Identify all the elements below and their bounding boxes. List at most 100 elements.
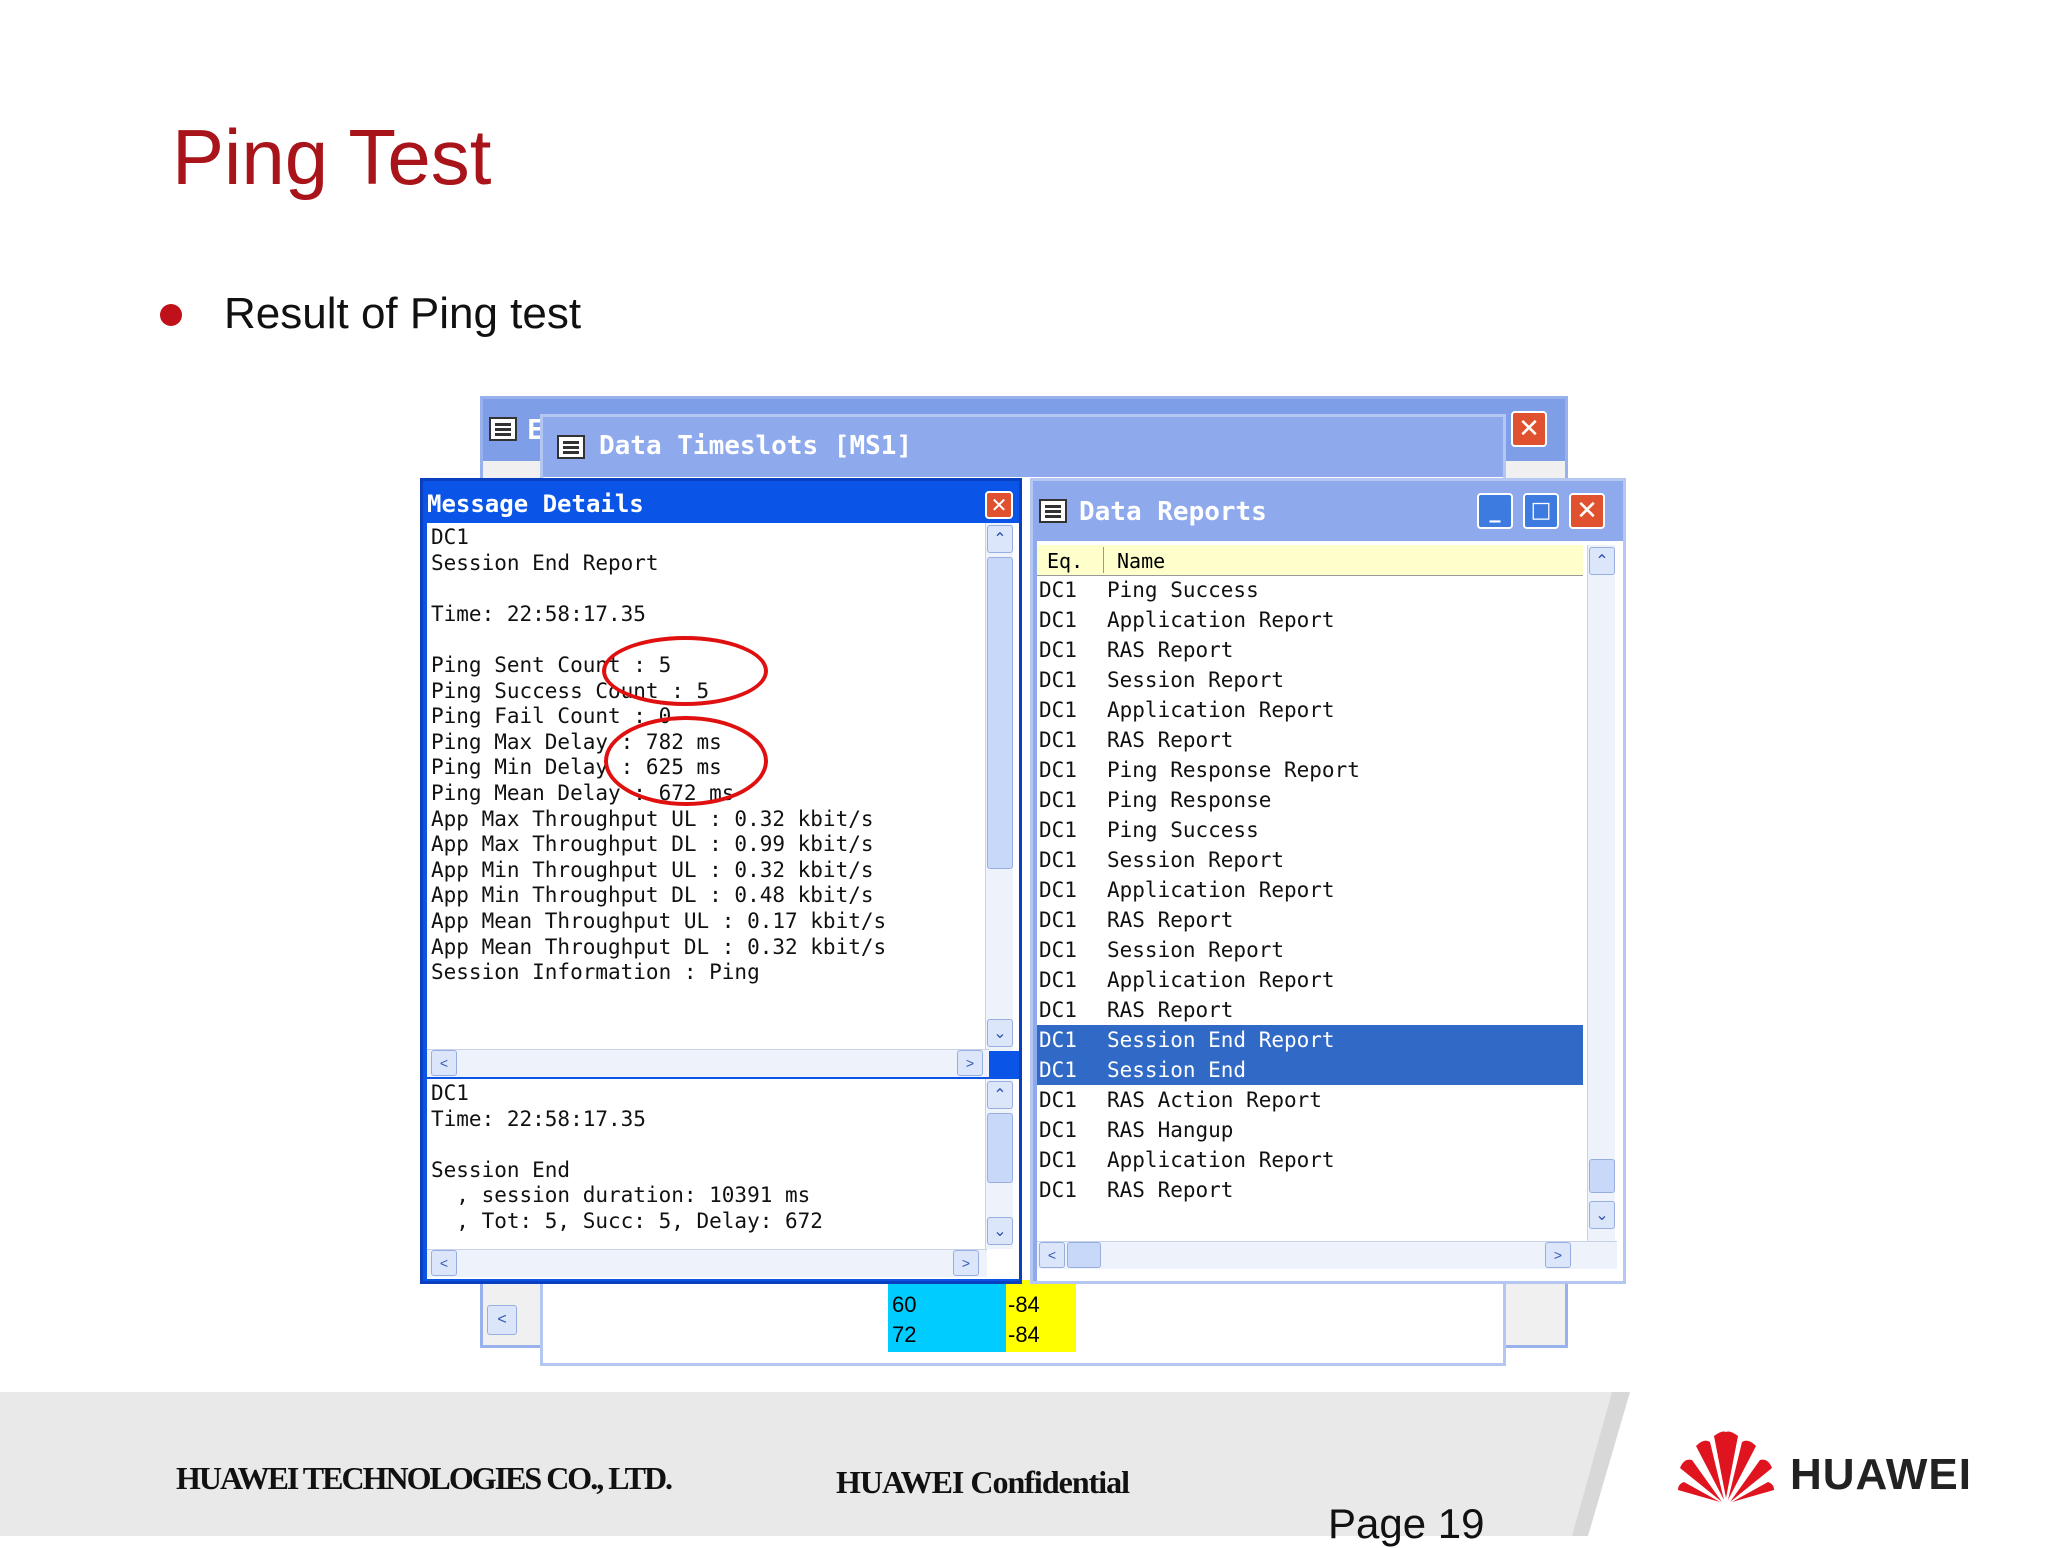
table-row[interactable]: DC1 Ping Success — [1037, 815, 1583, 845]
row-name: Ping Success — [1107, 818, 1259, 842]
message-line: App Mean Throughput UL : 0.17 kbit/s — [431, 909, 887, 933]
table-row[interactable]: DC1 Session Report — [1037, 665, 1583, 695]
footer-brand: HUAWEI — [1790, 1450, 1972, 1499]
row-eq: DC1 — [1039, 878, 1077, 902]
upper-horizontal-scrollbar[interactable]: < > — [427, 1049, 989, 1077]
message-line: , Tot: 5, Succ: 5, Delay: 672 — [431, 1209, 823, 1233]
scroll-down-arrow[interactable]: ⌄ — [1589, 1201, 1615, 1229]
grid-value: -84 — [1008, 1322, 1040, 1347]
table-row[interactable]: DC1 Ping Success — [1037, 575, 1583, 605]
timeslot-grid: 60 -84 72 -84 — [888, 1276, 1088, 1354]
back-window-close-button[interactable]: ✕ — [1511, 411, 1547, 447]
reports-table-body: DC1 Ping Success DC1 Application Report DC1 R… — [1037, 575, 1583, 1205]
scroll-up-arrow[interactable]: ⌃ — [1589, 547, 1615, 575]
table-row[interactable]: DC1 Application Report — [1037, 875, 1583, 905]
reports-table-header: Eq. Name — [1037, 545, 1583, 576]
back-window-hscroll-left[interactable]: < — [487, 1305, 517, 1335]
table-row[interactable]: DC1 Application Report — [1037, 965, 1583, 995]
data-reports-window[interactable]: Data Reports _ □ ✕ Eq. Name DC1 Ping Succ… — [1030, 478, 1626, 1284]
table-row[interactable]: DC1 Ping Response Report — [1037, 755, 1583, 785]
message-line: App Mean Throughput DL : 0.32 kbit/s — [431, 934, 887, 959]
message-line: DC1 — [431, 525, 469, 549]
table-row[interactable]: DC1 RAS Report — [1037, 995, 1583, 1025]
scroll-thumb[interactable] — [987, 557, 1013, 869]
scroll-right-arrow[interactable]: > — [957, 1050, 983, 1076]
table-row[interactable]: DC1 Application Report — [1037, 605, 1583, 635]
grid-value: -84 — [1008, 1292, 1040, 1317]
row-eq: DC1 — [1039, 638, 1077, 662]
lower-vertical-scrollbar[interactable]: ⌃ ⌄ — [985, 1079, 1013, 1249]
row-eq: DC1 — [1039, 968, 1077, 992]
message-details-window[interactable]: Message Details ✕ DC1 Session End Report T… — [420, 478, 1022, 1284]
table-row[interactable]: DC1 Session Report — [1037, 845, 1583, 875]
message-line: , session duration: 10391 ms — [431, 1183, 811, 1208]
footer-confidential: HUAWEI Confidential — [836, 1464, 1130, 1500]
column-header-eq[interactable]: Eq. — [1047, 549, 1083, 573]
data-timeslots-title: Data Timeslots [MS1] — [599, 431, 913, 461]
upper-vertical-scrollbar[interactable]: ⌃ ⌄ — [985, 523, 1013, 1051]
grid-value: 60 — [892, 1292, 917, 1317]
reports-vertical-scrollbar[interactable]: ⌃ ⌄ — [1587, 545, 1615, 1241]
row-eq: DC1 — [1039, 1088, 1077, 1112]
scroll-left-arrow[interactable]: < — [431, 1250, 457, 1276]
data-reports-title: Data Reports — [1079, 497, 1267, 527]
table-row[interactable]: DC1 Ping Response — [1037, 785, 1583, 815]
table-row[interactable]: DC1 Session End — [1037, 1055, 1583, 1085]
row-name: RAS Report — [1107, 1178, 1234, 1202]
minimize-button[interactable]: _ — [1477, 493, 1513, 529]
row-eq: DC1 — [1039, 848, 1077, 872]
scroll-thumb[interactable] — [1067, 1242, 1101, 1268]
scroll-up-arrow[interactable]: ⌃ — [987, 1081, 1013, 1109]
scroll-right-arrow[interactable]: > — [1545, 1242, 1571, 1268]
data-reports-close-button[interactable]: ✕ — [1569, 493, 1605, 529]
scroll-down-arrow[interactable]: ⌄ — [987, 1217, 1013, 1245]
table-row[interactable]: DC1 Session End Report — [1037, 1025, 1583, 1055]
table-row[interactable]: DC1 RAS Report — [1037, 1175, 1583, 1205]
row-name: Application Report — [1107, 698, 1335, 722]
row-name: Ping Response Report — [1107, 758, 1360, 782]
scroll-thumb[interactable] — [987, 1113, 1013, 1183]
row-name: RAS Report — [1107, 638, 1234, 662]
row-eq: DC1 — [1039, 758, 1077, 782]
footer-company: HUAWEI TECHNOLOGIES CO., LTD. — [176, 1460, 673, 1496]
row-eq: DC1 — [1039, 818, 1077, 842]
row-name: Application Report — [1107, 878, 1335, 902]
scroll-up-arrow[interactable]: ⌃ — [987, 525, 1013, 553]
row-eq: DC1 — [1039, 1148, 1077, 1172]
scroll-thumb[interactable] — [1589, 1159, 1615, 1193]
huawei-logo-icon — [1678, 1431, 1774, 1502]
bullet-dot — [160, 304, 182, 326]
column-divider — [1103, 547, 1104, 573]
slide-title: Ping Test — [172, 113, 492, 201]
scroll-left-arrow[interactable]: < — [431, 1050, 457, 1076]
table-row[interactable]: DC1 RAS Report — [1037, 725, 1583, 755]
message-details-close-button[interactable]: ✕ — [985, 491, 1013, 519]
window-icon — [1039, 499, 1067, 523]
table-row[interactable]: DC1 RAS Report — [1037, 635, 1583, 665]
message-line: App Min Throughput UL : 0.32 kbit/s — [431, 857, 874, 882]
row-name: RAS Hangup — [1107, 1118, 1234, 1142]
reports-horizontal-scrollbar[interactable]: < > — [1037, 1241, 1617, 1269]
grid-value: 72 — [892, 1322, 917, 1347]
scroll-left-arrow[interactable]: < — [1039, 1242, 1065, 1268]
maximize-button[interactable]: □ — [1523, 493, 1559, 529]
annotation-ellipse-counts — [602, 636, 768, 706]
row-eq: DC1 — [1039, 668, 1077, 692]
lower-horizontal-scrollbar[interactable]: < > — [427, 1249, 987, 1277]
row-name: RAS Report — [1107, 998, 1234, 1022]
table-row[interactable]: DC1 Application Report — [1037, 1145, 1583, 1175]
column-header-name[interactable]: Name — [1117, 549, 1165, 573]
row-name: Session Report — [1107, 668, 1285, 692]
row-name: Session Report — [1107, 938, 1285, 962]
row-name: Application Report — [1107, 968, 1335, 992]
row-name: Ping Success — [1107, 578, 1259, 602]
annotation-ellipse-delays — [604, 716, 768, 806]
scroll-right-arrow[interactable]: > — [953, 1250, 979, 1276]
scroll-down-arrow[interactable]: ⌄ — [987, 1019, 1013, 1047]
table-row[interactable]: DC1 Application Report — [1037, 695, 1583, 725]
table-row[interactable]: DC1 Session Report — [1037, 935, 1583, 965]
table-row[interactable]: DC1 RAS Action Report — [1037, 1085, 1583, 1115]
table-row[interactable]: DC1 RAS Report — [1037, 905, 1583, 935]
table-row[interactable]: DC1 RAS Hangup — [1037, 1115, 1583, 1145]
message-lower-pane[interactable]: DC1 Time: 22:58:17.35 Session End , sessio… — [427, 1079, 1019, 1279]
